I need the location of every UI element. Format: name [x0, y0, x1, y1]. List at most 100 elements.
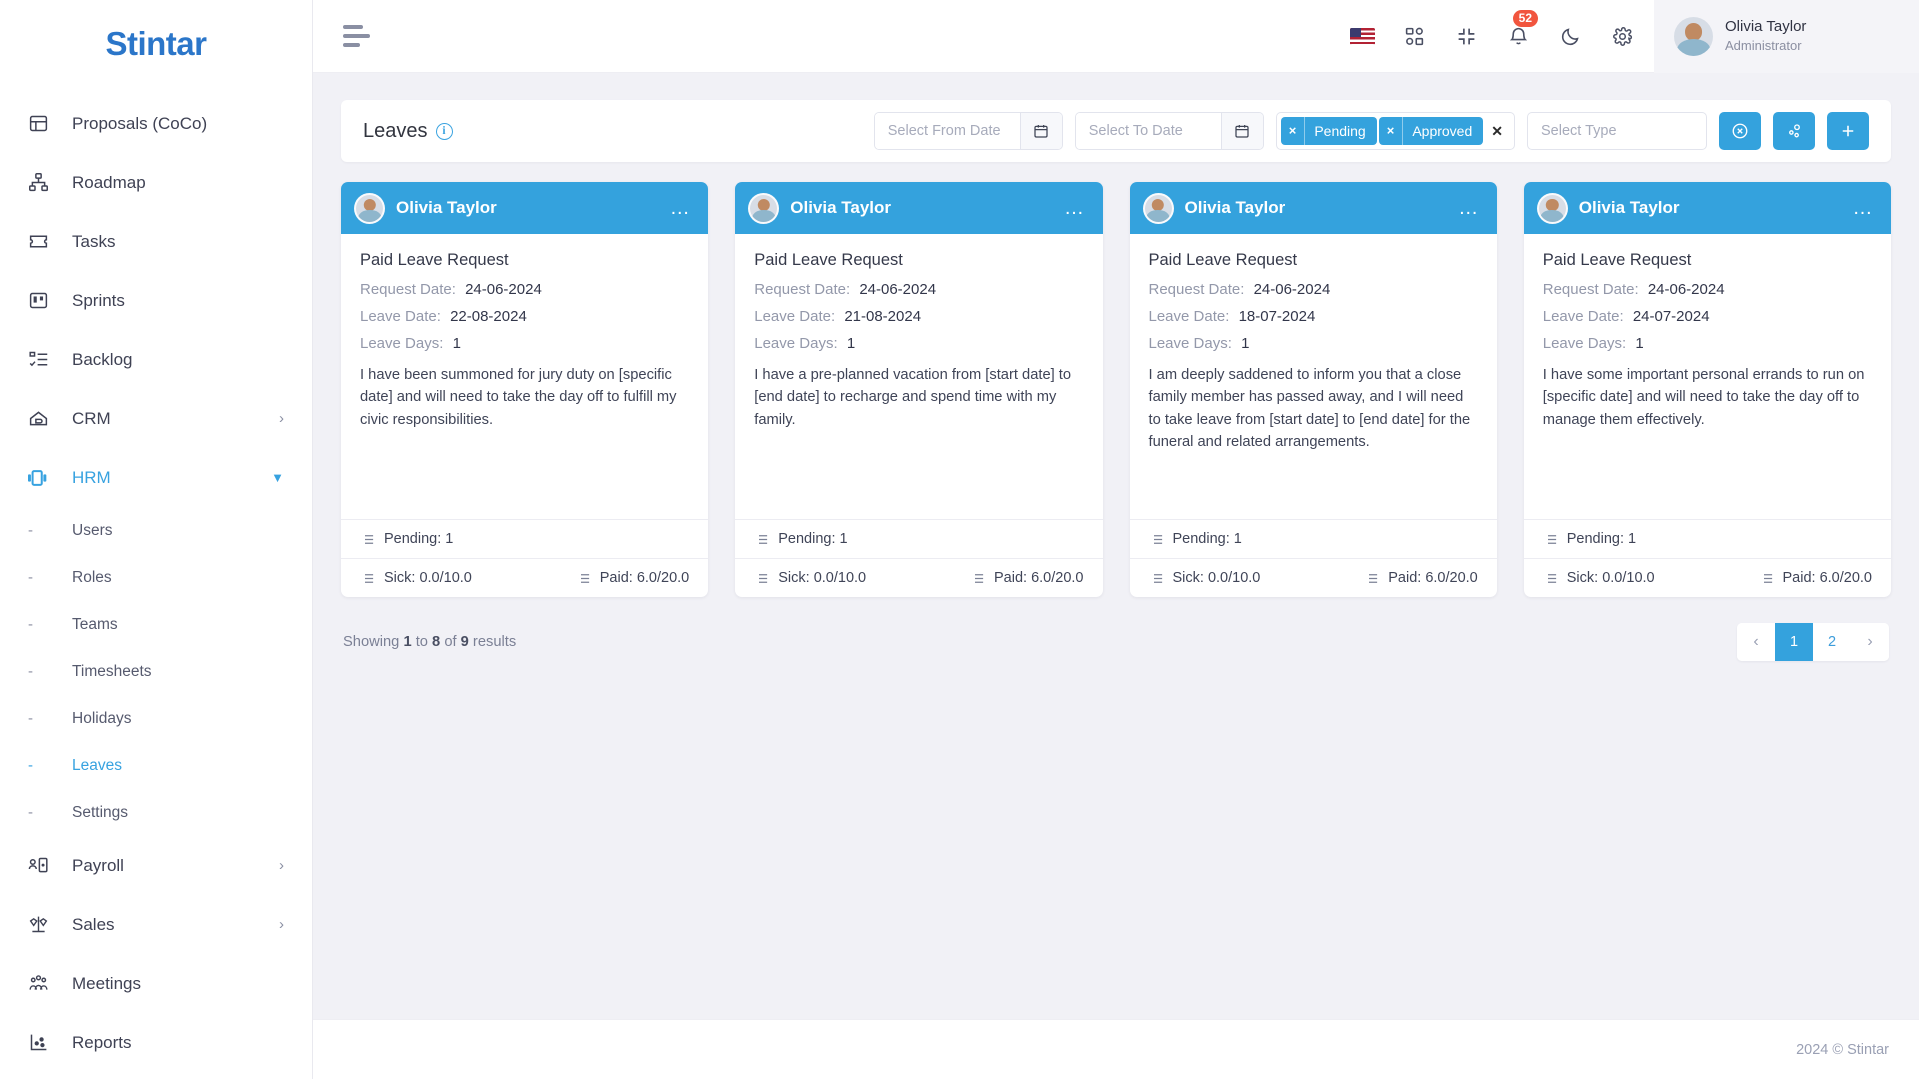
list-icon	[754, 571, 769, 586]
leave-date-row: Leave Date: 21-08-2024	[754, 308, 1083, 325]
from-date-input[interactable]	[874, 113, 1020, 149]
paid-balance-text: Paid: 6.0/20.0	[1782, 570, 1873, 586]
pagination-prev[interactable]: ‹	[1737, 623, 1775, 661]
profile-name: Olivia Taylor	[1725, 18, 1807, 36]
leave-card-balance-row: Sick: 0.0/10.0 Paid: 6.0/20.0	[1129, 558, 1497, 597]
avatar	[748, 192, 780, 224]
paid-balance-text: Paid: 6.0/20.0	[1388, 570, 1478, 586]
leave-date-row: Leave Date: 22-08-2024	[360, 308, 689, 325]
sidebar-item-holidays[interactable]: - Holidays	[0, 695, 312, 742]
status-text: Pending: 1	[1172, 531, 1242, 547]
sidebar-item-sprints[interactable]: Sprints	[0, 271, 312, 330]
clear-all-tags-icon[interactable]: ✕	[1485, 123, 1509, 140]
leave-days-value: 1	[1241, 335, 1250, 352]
pagination-page-1[interactable]: 1	[1775, 623, 1813, 661]
add-leave-button[interactable]	[1827, 112, 1869, 150]
gear-icon[interactable]	[1596, 0, 1648, 73]
status-filter-tags[interactable]: × Pending × Approved ✕	[1275, 112, 1515, 150]
remove-tag-icon[interactable]: ×	[1281, 117, 1306, 145]
status-tag-approved[interactable]: × Approved	[1378, 117, 1484, 145]
sick-balance-text: Sick: 0.0/10.0	[1172, 570, 1261, 586]
pagination-page-2[interactable]: 2	[1813, 623, 1851, 661]
brand-name: Stintar	[105, 25, 207, 62]
avatar	[354, 192, 385, 224]
leave-date-row: Leave Date: 24-07-2024	[1543, 308, 1872, 325]
sidebar-item-users[interactable]: - Users	[0, 507, 312, 554]
sidebar-item-crm[interactable]: CRM ›	[0, 389, 312, 448]
sidebar-item-label: Backlog	[72, 349, 133, 369]
leave-card-menu-icon[interactable]: …	[1064, 198, 1086, 218]
leave-card-menu-icon[interactable]: …	[670, 198, 692, 218]
clear-filters-button[interactable]	[1719, 112, 1761, 150]
leave-card[interactable]: Olivia Taylor … Paid Leave Request Reque…	[1129, 182, 1497, 597]
paid-balance: Paid: 6.0/20.0	[970, 570, 1084, 586]
type-select-placeholder: Select Type	[1541, 123, 1617, 139]
leave-date-value: 21-08-2024	[844, 308, 922, 325]
leave-cards-grid: Olivia Taylor … Paid Leave Request Reque…	[341, 182, 1891, 597]
leave-card-header: Olivia Taylor …	[735, 182, 1103, 234]
brand-logo[interactable]: Stintar	[0, 0, 312, 88]
sidebar-item-timesheets[interactable]: - Timesheets	[0, 648, 312, 695]
calendar-icon[interactable]	[1220, 113, 1263, 149]
calendar-icon[interactable]	[1019, 113, 1062, 149]
sidebar-item-roadmap[interactable]: Roadmap	[0, 153, 312, 212]
dash-marker: -	[28, 804, 33, 821]
dash-marker: -	[28, 663, 33, 680]
sidebar-item-label: Roadmap	[72, 172, 146, 192]
leave-date-label: Leave Date:	[360, 308, 441, 325]
leave-card-body: Paid Leave Request Request Date: 24-06-2…	[735, 234, 1102, 519]
menu-line	[343, 25, 363, 29]
sidebar-item-tasks[interactable]: Tasks	[0, 212, 312, 271]
filter-options-button[interactable]	[1773, 112, 1815, 150]
paid-balance: Paid: 6.0/20.0	[1364, 570, 1478, 586]
type-select[interactable]: Select Type	[1527, 112, 1707, 150]
language-selector[interactable]	[1336, 0, 1388, 73]
sidebar-item-hrm[interactable]: HRM ▼	[0, 448, 312, 507]
avatar	[1674, 16, 1713, 56]
leave-card[interactable]: Olivia Taylor … Paid Leave Request Reque…	[735, 182, 1103, 597]
notifications-button[interactable]: 52	[1492, 0, 1544, 73]
sidebar-subitem-label: Teams	[72, 615, 118, 633]
plus-icon	[1839, 122, 1857, 140]
status-tag-pending[interactable]: × Pending	[1280, 117, 1377, 145]
sidebar-item-teams[interactable]: - Teams	[0, 601, 312, 648]
leave-card-menu-icon[interactable]: …	[1458, 198, 1480, 218]
sidebar-item-proposals[interactable]: Proposals (CoCo)	[0, 94, 312, 153]
list-icon	[1759, 571, 1774, 586]
sidebar-item-reports[interactable]: Reports	[0, 1013, 312, 1072]
remove-tag-icon[interactable]: ×	[1379, 117, 1404, 145]
moon-icon[interactable]	[1544, 0, 1596, 73]
sidebar-item-roles[interactable]: - Roles	[0, 554, 312, 601]
leave-type-title: Paid Leave Request	[754, 251, 903, 269]
sidebar-item-label: Sales	[72, 914, 115, 934]
profile-role: Administrator	[1725, 38, 1802, 54]
showing-from: 1	[403, 634, 412, 650]
apps-grid-icon[interactable]	[1388, 0, 1440, 73]
leave-card-header: Olivia Taylor …	[341, 182, 709, 234]
to-date-input[interactable]	[1075, 113, 1221, 149]
leave-card[interactable]: Olivia Taylor … Paid Leave Request Reque…	[341, 182, 709, 597]
leave-card[interactable]: Olivia Taylor … Paid Leave Request Reque…	[1523, 182, 1891, 597]
chevron-down-icon: ▼	[271, 470, 284, 485]
profile-menu[interactable]: Olivia Taylor Administrator	[1654, 0, 1919, 73]
sick-balance: Sick: 0.0/10.0	[1149, 570, 1261, 586]
sidebar-item-settings[interactable]: - Settings	[0, 789, 312, 836]
sidebar-item-meetings[interactable]: Meetings	[0, 954, 312, 1013]
showing-to-word: to	[415, 634, 428, 650]
sidebar-item-backlog[interactable]: Backlog	[0, 330, 312, 389]
menu-line	[343, 34, 370, 38]
sidebar-item-leaves[interactable]: - Leaves	[0, 742, 312, 789]
sick-balance: Sick: 0.0/10.0	[754, 570, 866, 586]
pagination-next[interactable]: ›	[1851, 623, 1889, 661]
sidebar-item-payroll[interactable]: Payroll ›	[0, 836, 312, 895]
info-icon[interactable]: i	[435, 122, 453, 140]
results-summary: Showing 1 to 8 of 9 results	[343, 634, 516, 650]
menu-toggle-icon[interactable]	[343, 25, 377, 47]
menu-line	[343, 43, 360, 47]
sidebar-item-sales[interactable]: Sales ›	[0, 895, 312, 954]
sidebar-item-label: Meetings	[72, 973, 141, 993]
request-date-value: 24-06-2024	[1253, 281, 1331, 298]
collapse-fullscreen-icon[interactable]	[1440, 0, 1492, 73]
showing-to: 8	[432, 634, 441, 650]
leave-card-menu-icon[interactable]: …	[1853, 198, 1875, 218]
